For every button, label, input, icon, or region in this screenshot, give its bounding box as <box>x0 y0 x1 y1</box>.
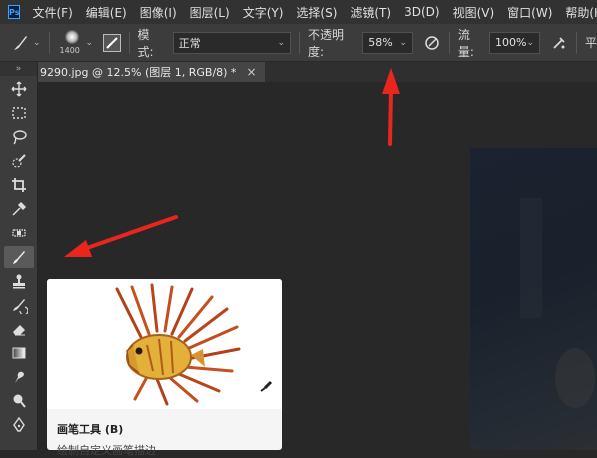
document-image[interactable] <box>470 148 597 450</box>
opacity-label: 不透明度: <box>307 27 344 59</box>
divider <box>298 31 300 54</box>
brush-size-picker[interactable]: 1400 ⌄ <box>58 28 94 58</box>
menu-file[interactable]: 文件(F) <box>32 4 72 21</box>
lasso-tool-icon[interactable] <box>4 126 34 148</box>
menu-filter[interactable]: 滤镜(T) <box>350 4 391 21</box>
divider <box>48 31 50 54</box>
flow-value: 100% <box>495 36 527 49</box>
menu-bar: Ps 文件(F) 编辑(E) 图像(I) 图层(L) 文字(Y) 选择(S) 滤… <box>0 0 597 24</box>
tooltip-preview-image <box>47 279 282 409</box>
brush-tip-preview-icon <box>64 29 79 44</box>
menu-select[interactable]: 选择(S) <box>296 4 337 21</box>
menu-help[interactable]: 帮助(H) <box>565 4 597 21</box>
options-bar: ⌄ 1400 ⌄ 模式: 正常 ⌄ 不透明度: 58% ⌄ 流量: 100% ⌄… <box>0 24 597 62</box>
spot-healing-tool-icon[interactable] <box>4 222 34 244</box>
chevron-down-icon: ⌄ <box>526 37 535 48</box>
gradient-tool-icon[interactable] <box>4 342 34 364</box>
mode-value: 正常 <box>178 36 201 50</box>
chevron-down-icon: ⌄ <box>85 37 94 48</box>
brush-preset-icon <box>14 35 27 50</box>
eraser-tool-icon[interactable] <box>4 318 34 340</box>
crop-tool-icon[interactable] <box>4 174 34 196</box>
menu-window[interactable]: 窗口(W) <box>507 4 552 21</box>
menu-type[interactable]: 文字(Y) <box>243 4 284 21</box>
eyedropper-tool-icon[interactable] <box>4 198 34 220</box>
brush-settings-panel-icon[interactable] <box>103 33 121 52</box>
tools-panel: » <box>0 62 38 450</box>
dodge-tool-icon[interactable] <box>4 390 34 412</box>
divider <box>576 31 578 54</box>
chevron-down-icon: ⌄ <box>277 37 285 48</box>
lionfish-illustration <box>115 283 273 406</box>
tooltip-description: 绘制自定义画笔描边 <box>57 444 156 457</box>
document-tab[interactable]: 9290.jpg @ 12.5% (图层 1, RGB/8) * × <box>38 62 265 82</box>
mode-label: 模式: <box>137 27 154 59</box>
airbrush-icon[interactable] <box>550 34 568 52</box>
opacity-field[interactable]: 58% ⌄ <box>362 31 413 54</box>
tool-preset-picker[interactable]: ⌄ <box>10 33 41 53</box>
brush-tool-tooltip: 画笔工具 (B) 绘制自定义画笔描边 <box>47 279 282 457</box>
quick-selection-tool-icon[interactable] <box>4 150 34 172</box>
marquee-tool-icon[interactable] <box>4 102 34 124</box>
opacity-value: 58% <box>368 36 393 49</box>
menu-image[interactable]: 图像(I) <box>140 4 177 21</box>
menu-3d[interactable]: 3D(D) <box>404 5 439 19</box>
divider <box>128 31 130 54</box>
document-title: 9290.jpg @ 12.5% (图层 1, RGB/8) * <box>40 66 237 79</box>
brush-tool-icon[interactable] <box>3 246 34 268</box>
tooltip-title: 画笔工具 (B) <box>57 423 124 436</box>
menu-edit[interactable]: 编辑(E) <box>86 4 127 21</box>
flow-label: 流量: <box>457 27 474 59</box>
chevron-down-icon: ⌄ <box>33 37 41 48</box>
smoothing-label: 平 <box>585 36 597 50</box>
smudge-tool-icon[interactable] <box>4 366 34 388</box>
divider <box>448 31 450 54</box>
photoshop-logo-icon[interactable]: Ps <box>8 5 21 19</box>
move-tool-icon[interactable] <box>4 78 34 100</box>
chevron-down-icon: ⌄ <box>399 37 407 48</box>
pen-tool-icon[interactable] <box>4 414 34 436</box>
clone-stamp-tool-icon[interactable] <box>4 270 34 292</box>
menu-view[interactable]: 视图(V) <box>453 4 495 21</box>
document-tab-bar: 9290.jpg @ 12.5% (图层 1, RGB/8) * × <box>38 62 597 82</box>
history-brush-tool-icon[interactable] <box>4 294 34 316</box>
panel-collapse-grip[interactable]: » <box>0 62 37 76</box>
mode-dropdown[interactable]: 正常 ⌄ <box>172 31 291 54</box>
pressure-opacity-icon[interactable] <box>423 34 441 52</box>
flow-field[interactable]: 100% ⌄ <box>489 31 541 54</box>
close-tab-icon[interactable]: × <box>246 65 256 79</box>
menu-layer[interactable]: 图层(L) <box>190 4 230 21</box>
brush-size-value: 1400 <box>59 45 80 55</box>
